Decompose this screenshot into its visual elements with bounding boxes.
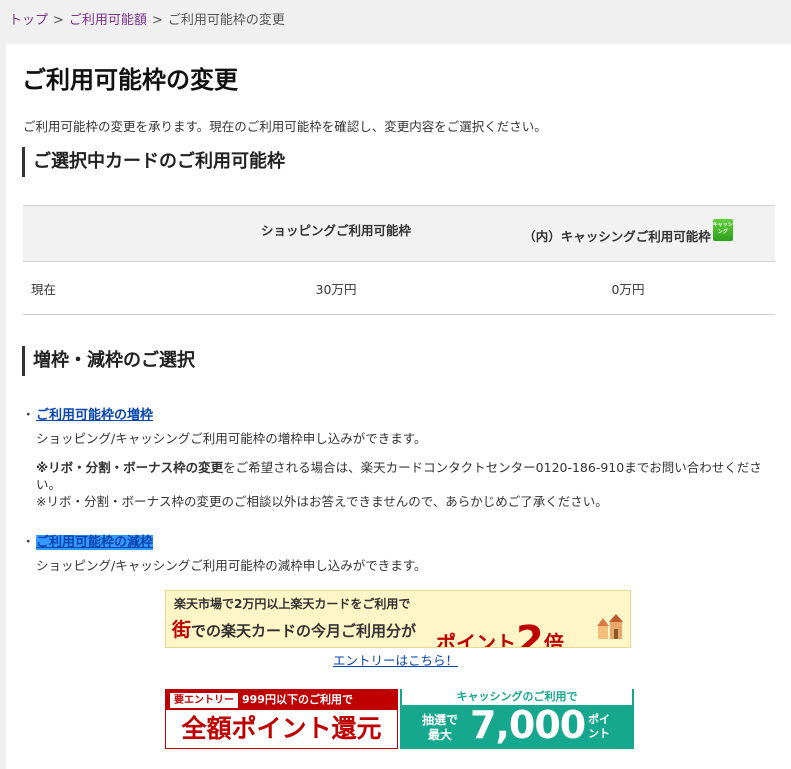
table-header-row: ショッピングご利用可能枠 （内）キャッシングご利用可能枠キャッシング bbox=[23, 205, 775, 262]
increase-option: ・ご利用可能枠の増枠 ショッピング/キャッシングご利用可能枠の増枠申し込みができ… bbox=[22, 404, 771, 510]
zengaku-top-row: 要エントリー 999円以下のご利用で bbox=[166, 690, 397, 710]
breadcrumb-separator: > bbox=[53, 13, 64, 28]
limit-table: ショッピングご利用可能枠 （内）キャッシングご利用可能枠キャッシング 現在 30… bbox=[23, 205, 775, 315]
full-point-return-banner[interactable]: 要エントリー 999円以下のご利用で 全額ポイント還元 bbox=[165, 689, 398, 749]
cashing-unit-2: ント bbox=[588, 727, 610, 740]
banner-point-text: ポイント2倍 bbox=[436, 614, 564, 648]
zengaku-main-text: 全額ポイント還元 bbox=[181, 714, 382, 743]
banner-line2: 街での楽天カードの今月ご利用分が bbox=[172, 615, 416, 642]
entry-required-tag: 要エントリー bbox=[170, 693, 238, 708]
shopping-limit-header: ショッピングご利用可能枠 bbox=[260, 223, 411, 238]
town-illustration-icon bbox=[597, 614, 623, 639]
table-row: 現在 30万円 0万円 bbox=[23, 261, 775, 315]
cashing-unit: ポイ ント bbox=[588, 713, 610, 741]
breadcrumb-current: ご利用可能枠の変更 bbox=[167, 13, 285, 28]
page-title: ご利用可能枠の変更 bbox=[22, 66, 238, 94]
cashing-limit-header: （内）キャッシングご利用可能枠 bbox=[523, 229, 711, 245]
cashing-small-2: 最大 bbox=[428, 728, 453, 742]
banner-line2-rest: での楽天カードの今月ご利用分が bbox=[191, 622, 417, 640]
table-header-empty bbox=[23, 205, 191, 262]
cashing-small-text: 抽選で 最大 bbox=[422, 713, 458, 743]
cashing-limit-value: 0万円 bbox=[481, 261, 775, 315]
cashing-small-1: 抽選で bbox=[422, 713, 459, 727]
bullet: ・ bbox=[22, 534, 35, 549]
cashing-amount: 7,000 bbox=[470, 703, 586, 747]
points-campaign-banner[interactable]: 楽天市場で2万円以上楽天カードをご利用で 街での楽天カードの今月ご利用分が ポイ… bbox=[165, 590, 631, 648]
breadcrumb-link-available-amount[interactable]: ご利用可能額 bbox=[69, 13, 147, 28]
increase-description: ショッピング/キャッシングご利用可能枠の増枠申し込みができます。 bbox=[36, 431, 427, 446]
shopping-limit-value: 30万円 bbox=[191, 261, 481, 315]
note-bold: ※リボ・分割・ボーナス枠の変更 bbox=[36, 460, 224, 475]
section-heading-current-limit: ご選択中カードのご利用可能枠 bbox=[22, 147, 285, 177]
intro-text: ご利用可能枠の変更を承ります。現在のご利用可能枠を確認し、変更内容をご選択くださ… bbox=[23, 119, 547, 134]
table-header-cashing: （内）キャッシングご利用可能枠キャッシング bbox=[481, 205, 775, 262]
banner-point-number: 2 bbox=[516, 618, 544, 648]
increase-note: ※リボ・分割・ボーナス枠の変更をご希望される場合は、楽天カードコンタクトセンター… bbox=[36, 459, 771, 493]
cashing-campaign-banner[interactable]: キャッシングのご利用で 抽選で 最大 7,000 ポイ ント bbox=[400, 689, 634, 749]
entry-link[interactable]: エントリーはこちら！ bbox=[333, 650, 458, 669]
cashing-icon: キャッシング bbox=[712, 218, 733, 241]
section-heading-change: 増枠・減枠のご選択 bbox=[22, 346, 195, 376]
banner-line2-red: 街 bbox=[172, 619, 192, 641]
banner-point-label: ポイント bbox=[436, 631, 516, 648]
banner-point-unit: 倍 bbox=[543, 631, 564, 648]
increase-limit-link[interactable]: ご利用可能枠の増枠 bbox=[36, 408, 153, 423]
row-label: 現在 bbox=[23, 261, 191, 315]
decrease-limit-link[interactable]: ご利用可能枠の減枠 bbox=[36, 535, 154, 550]
bullet: ・ bbox=[22, 407, 35, 422]
cashing-unit-1: ポイ bbox=[588, 713, 610, 726]
banner-line1: 楽天市場で2万円以上楽天カードをご利用で bbox=[174, 597, 411, 611]
content-panel: ご利用可能枠の変更 ご利用可能枠の変更を承ります。現在のご利用可能枠を確認し、変… bbox=[6, 44, 791, 769]
breadcrumb: トップ > ご利用可能額 > ご利用可能枠の変更 bbox=[9, 9, 285, 28]
decrease-description: ショッピング/キャッシングご利用可能枠の減枠申し込みができます。 bbox=[36, 558, 427, 573]
increase-note-2: ※リボ・分割・ボーナス枠の変更のご相談以外はお答えできませんので、あらかじめご了… bbox=[36, 494, 608, 509]
zengaku-top-text: 999円以下のご利用で bbox=[242, 693, 353, 706]
breadcrumb-link-top[interactable]: トップ bbox=[9, 13, 48, 28]
table-header-shopping: ショッピングご利用可能枠 bbox=[191, 205, 481, 262]
decrease-option: ・ご利用可能枠の減枠 ショッピング/キャッシングご利用可能枠の減枠申し込みができ… bbox=[22, 531, 426, 574]
breadcrumb-separator: > bbox=[151, 13, 163, 28]
